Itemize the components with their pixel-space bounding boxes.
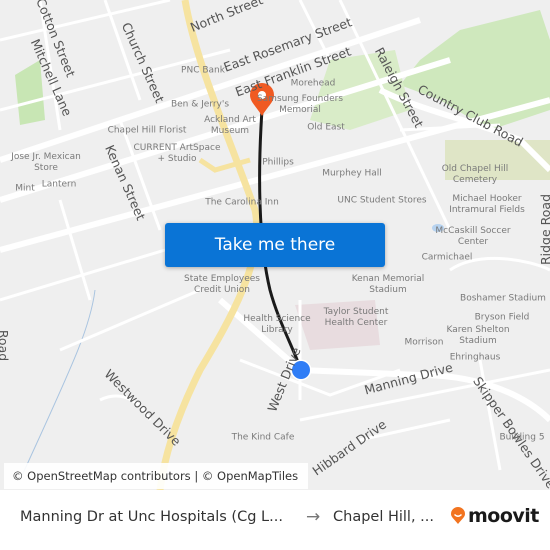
take-me-there-button[interactable]: Take me there [165,223,385,267]
street-label: Ridge Road [538,193,550,266]
poi-label: Old East [307,122,345,133]
poi-label: Kenan Memorial Stadium [351,274,425,295]
moovit-logo[interactable]: moovit [450,505,539,527]
poi-label: Morrison [404,337,444,348]
destination-name: Chapel Hill, ... [333,509,434,525]
stream [19,289,96,481]
moovit-pin-icon [451,507,465,524]
poi-label: Bryson Field [474,312,530,323]
poi-label: Ben & Jerry's [170,99,230,110]
footer-bar: Manning Dr at Unc Hospitals (Cg L... → C… [0,490,550,550]
poi-label: Mint [15,183,35,194]
poi-label: McCaskill Soccer Center [435,226,511,247]
poi-label: Boshamer Stadium [460,293,546,304]
poi-label: Michael Hooker Intramural Fields [449,194,525,215]
poi-label: Morehead [290,78,336,89]
poi-label: Jose Jr. Mexican Store [11,152,81,173]
poi-label: Samsung Founders Memorial [256,94,344,115]
poi-label: UNC Student Stores [337,195,427,206]
arrow-right-icon: → [306,507,321,527]
poi-label: State Employees Credit Union [184,274,260,295]
poi-label: Old Chapel Hill Cemetery [441,164,509,185]
poi-label: Murphey Hall [322,168,382,179]
map-attribution[interactable]: © OpenStreetMap contributors | © OpenMap… [4,463,309,489]
poi-label: PNC Bank [181,65,225,76]
origin-stop-name: Manning Dr at Unc Hospitals (Cg L... [20,509,283,525]
poi-label: Building 5 [499,432,545,443]
poi-label: Health Science Library [243,314,311,335]
map[interactable]: North Street East Rosemary Street East F… [0,0,550,490]
poi-label: The Carolina Inn [205,197,279,208]
moovit-wordmark: moovit [468,505,539,527]
poi-label: Taylor Student Health Center [323,307,389,328]
poi-label: Ehringhaus [449,352,501,363]
poi-label: Carmichael [421,252,473,263]
poi-label: Chapel Hill Florist [107,125,187,136]
poi-label: Phillips [262,157,294,168]
poi-label: Karen Shelton Stadium [446,325,510,346]
poi-label: The Kind Cafe [231,432,295,443]
street-label: Road [0,329,12,362]
poi-label: Ackland Art Museum [204,115,256,136]
poi-label: Lantern [41,179,77,190]
poi-label: CURRENT ArtSpace + Studio [133,143,221,164]
